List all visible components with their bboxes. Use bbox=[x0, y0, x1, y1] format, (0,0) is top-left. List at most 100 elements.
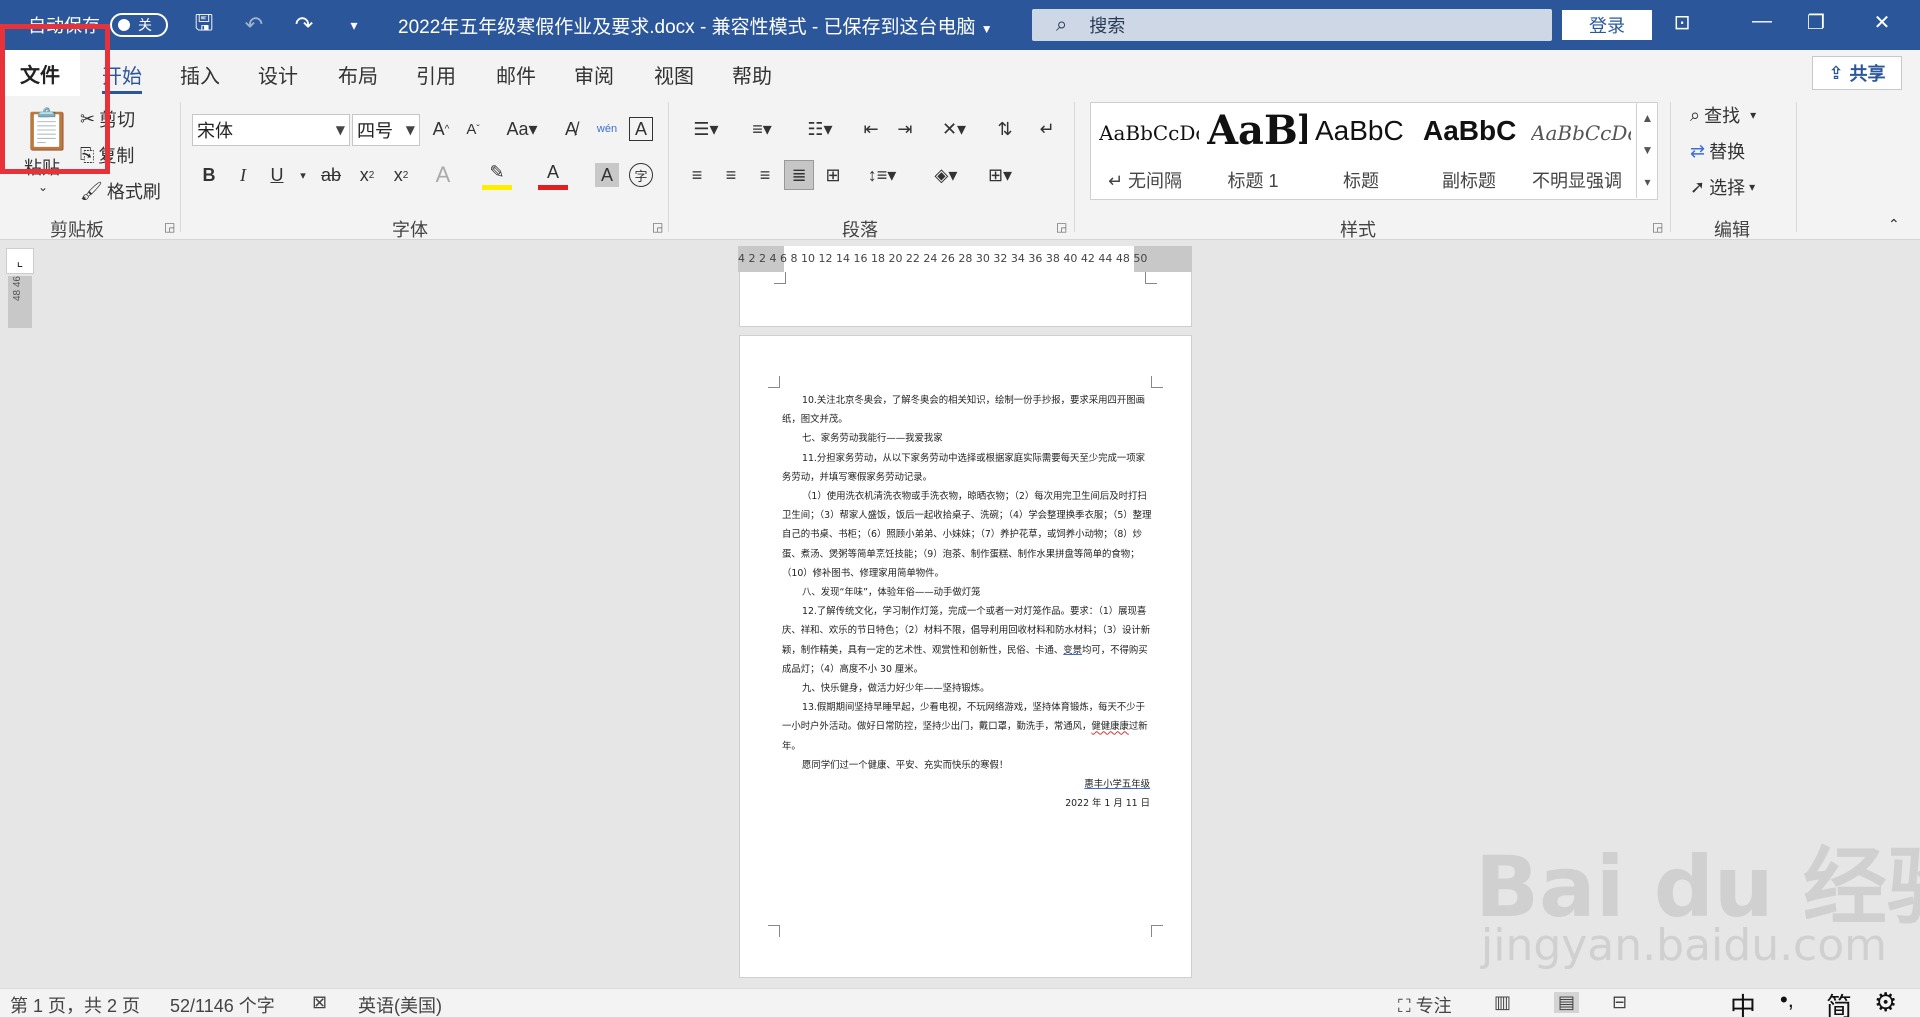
tab-design[interactable]: 设计 bbox=[258, 60, 298, 89]
replace-button[interactable]: ⇄ 替换 bbox=[1690, 138, 1745, 164]
increase-indent-icon[interactable]: ⇥ bbox=[890, 114, 920, 144]
customize-quick-access-icon[interactable]: ▾ bbox=[340, 17, 368, 34]
justify-icon[interactable]: ≣ bbox=[784, 160, 814, 190]
language[interactable]: 英语(美国) bbox=[358, 992, 442, 1017]
restore-icon[interactable]: ❐ bbox=[1796, 10, 1836, 35]
enclose-characters-icon[interactable]: 字 bbox=[629, 163, 653, 187]
tab-layout[interactable]: 布局 bbox=[338, 60, 378, 89]
ime-mode[interactable]: 中 bbox=[1730, 987, 1756, 1017]
styles-scroll-down-icon[interactable]: ▼ bbox=[1636, 134, 1658, 166]
superscript-icon[interactable]: x2 bbox=[386, 160, 416, 190]
ime-punct[interactable]: 简 bbox=[1826, 987, 1852, 1017]
styles-launcher-icon[interactable]: ◲ bbox=[1652, 220, 1663, 234]
previous-page-bottom bbox=[739, 272, 1192, 327]
tab-insert[interactable]: 插入 bbox=[180, 60, 220, 89]
gear-icon[interactable]: ⚙ bbox=[1874, 987, 1897, 1017]
numbering-icon[interactable]: ≡▾ bbox=[738, 114, 786, 144]
tab-references[interactable]: 引用 bbox=[416, 60, 456, 89]
paragraph: 12.了解传统文化，学习制作灯笼，完成一个或者一对灯笼作品。要求：（1）展现喜庆… bbox=[782, 606, 1151, 675]
clear-formatting-icon[interactable]: A̸ bbox=[556, 114, 586, 144]
autosave-toggle[interactable]: 关 bbox=[110, 13, 168, 37]
align-left-icon[interactable]: ≡ bbox=[682, 160, 712, 190]
collapse-ribbon-icon[interactable]: ⌃ bbox=[1888, 216, 1900, 233]
styles-more-icon[interactable]: ▾ bbox=[1636, 166, 1658, 198]
chevron-down-icon: ▾ bbox=[1749, 180, 1756, 194]
align-center-icon[interactable]: ≡ bbox=[716, 160, 746, 190]
subscript-icon[interactable]: x2 bbox=[352, 160, 382, 190]
change-case-icon[interactable]: Aa▾ bbox=[500, 114, 544, 144]
font-color-icon[interactable]: A bbox=[538, 160, 568, 190]
format-painter-button[interactable]: 🖌 格式刷 bbox=[80, 178, 161, 204]
ime-dot-icon[interactable]: •, bbox=[1780, 987, 1794, 1013]
phonetic-guide-icon[interactable]: wén bbox=[592, 114, 622, 144]
document-body[interactable]: 10.关注北京冬奥会，了解冬奥会的相关知识，绘制一份手抄报，要求采用四开图画纸，… bbox=[782, 391, 1152, 813]
save-icon[interactable]: 🖫 bbox=[190, 6, 218, 44]
font-size-combo[interactable]: 四号 ▼ bbox=[352, 114, 420, 146]
select-button[interactable]: ➚ 选择 ▾ bbox=[1690, 174, 1755, 200]
decrease-indent-icon[interactable]: ⇤ bbox=[856, 114, 886, 144]
style-title[interactable]: AaBbC 标题 bbox=[1307, 103, 1415, 199]
bold-icon[interactable]: B bbox=[194, 160, 224, 190]
search-box[interactable]: ⌕ 搜索 bbox=[1032, 9, 1552, 41]
tab-help[interactable]: 帮助 bbox=[732, 60, 772, 89]
shading-icon[interactable]: ◈▾ bbox=[922, 160, 970, 190]
share-button[interactable]: ⇪ 共享 bbox=[1812, 56, 1902, 90]
paste-dropdown-icon[interactable]: ⌄ bbox=[38, 180, 48, 194]
paragraph: 10.关注北京冬奥会，了解冬奥会的相关知识，绘制一份手抄报，要求采用四开图画纸，… bbox=[782, 395, 1146, 426]
style-heading-1[interactable]: AaBl 标题 1 bbox=[1199, 103, 1307, 199]
multilevel-list-icon[interactable]: ☷▾ bbox=[796, 114, 844, 144]
watermark: Bai du 经验 jingyan.baidu.com bbox=[1475, 780, 1920, 980]
tab-review[interactable]: 审阅 bbox=[574, 60, 614, 89]
line-spacing-icon[interactable]: ↕≡▾ bbox=[858, 160, 906, 190]
crop-mark bbox=[1145, 272, 1157, 284]
italic-icon[interactable]: I bbox=[228, 160, 258, 190]
print-layout-icon[interactable]: ▤ bbox=[1554, 992, 1580, 1013]
find-button[interactable]: ⌕ 查找 ▾ bbox=[1690, 102, 1756, 128]
shrink-font-icon[interactable]: Aˇ bbox=[458, 114, 488, 144]
character-shading-icon[interactable]: A bbox=[595, 163, 619, 187]
style-subtitle[interactable]: AaBbC 副标题 bbox=[1415, 103, 1523, 199]
tab-mailings[interactable]: 邮件 bbox=[496, 60, 536, 89]
sort-icon[interactable]: ⇅ bbox=[990, 114, 1020, 144]
watermark-url: jingyan.baidu.com bbox=[1481, 920, 1888, 971]
group-divider bbox=[1670, 102, 1671, 232]
tab-stop-selector-icon[interactable]: ⌞ bbox=[6, 248, 34, 274]
character-border-icon[interactable]: A bbox=[629, 117, 653, 141]
read-mode-icon[interactable]: ▥ bbox=[1494, 992, 1511, 1013]
minimize-icon[interactable]: — bbox=[1742, 10, 1782, 33]
styles-scroll-up-icon[interactable]: ▲ bbox=[1636, 102, 1658, 134]
undo-icon[interactable]: ↶ bbox=[240, 12, 268, 38]
redo-icon[interactable]: ↷ bbox=[290, 12, 318, 38]
show-marks-icon[interactable]: ↵ bbox=[1032, 114, 1062, 144]
style-no-spacing[interactable]: AaBbCcDc ↵ 无间隔 bbox=[1091, 103, 1199, 199]
proofing-icon[interactable]: ⊠ bbox=[312, 992, 327, 1013]
underline-dropdown-icon[interactable]: ▾ bbox=[288, 160, 318, 190]
bullets-icon[interactable]: ☰▾ bbox=[682, 114, 730, 144]
text-effects-icon[interactable]: A bbox=[428, 160, 458, 190]
tab-view[interactable]: 视图 bbox=[654, 60, 694, 89]
clipboard-launcher-icon[interactable]: ◲ bbox=[164, 220, 175, 234]
borders-icon[interactable]: ⊞▾ bbox=[976, 160, 1024, 190]
page-count[interactable]: 第 1 页，共 2 页 bbox=[10, 992, 140, 1017]
horizontal-ruler[interactable]: 4 2 2 4 6 8 10 12 14 16 18 20 22 24 26 2… bbox=[738, 246, 1192, 272]
word-count[interactable]: 52/1146 个字 bbox=[170, 992, 275, 1017]
paragraph-launcher-icon[interactable]: ◲ bbox=[1056, 220, 1067, 234]
font-name-combo[interactable]: 宋体 ▼ bbox=[192, 114, 350, 146]
web-layout-icon[interactable]: ⊟ bbox=[1612, 992, 1627, 1013]
style-subtle-emphasis[interactable]: AaBbCcDc 不明显强调 bbox=[1523, 103, 1631, 199]
paragraph: （1）使用洗衣机清洗衣物或手洗衣物，晾晒衣物；（2）每次用完卫生间后及时打扫卫生… bbox=[782, 491, 1152, 579]
login-button[interactable]: 登录 bbox=[1562, 10, 1652, 40]
close-icon[interactable]: ✕ bbox=[1862, 10, 1902, 35]
highlight-icon[interactable]: ✎ bbox=[482, 160, 512, 190]
ribbon-display-options-icon[interactable]: ⊡ bbox=[1662, 10, 1702, 35]
vertical-ruler[interactable]: 48 46 bbox=[8, 276, 32, 328]
align-right-icon[interactable]: ≡ bbox=[750, 160, 780, 190]
document-title[interactable]: 2022年五年级寒假作业及要求.docx - 兼容性模式 - 已保存到这台电脑 … bbox=[398, 12, 993, 39]
distributed-icon[interactable]: ⊞ bbox=[818, 160, 848, 190]
chinese-layout-icon[interactable]: ✕▾ bbox=[930, 114, 978, 144]
grow-font-icon[interactable]: A ^ bbox=[426, 114, 456, 144]
focus-button[interactable]: ⛶ 专注 bbox=[1398, 992, 1452, 1017]
strikethrough-icon[interactable]: ab bbox=[316, 160, 346, 190]
document-page[interactable]: 10.关注北京冬奥会，了解冬奥会的相关知识，绘制一份手抄报，要求采用四开图画纸，… bbox=[739, 335, 1192, 978]
font-launcher-icon[interactable]: ◲ bbox=[652, 220, 663, 234]
